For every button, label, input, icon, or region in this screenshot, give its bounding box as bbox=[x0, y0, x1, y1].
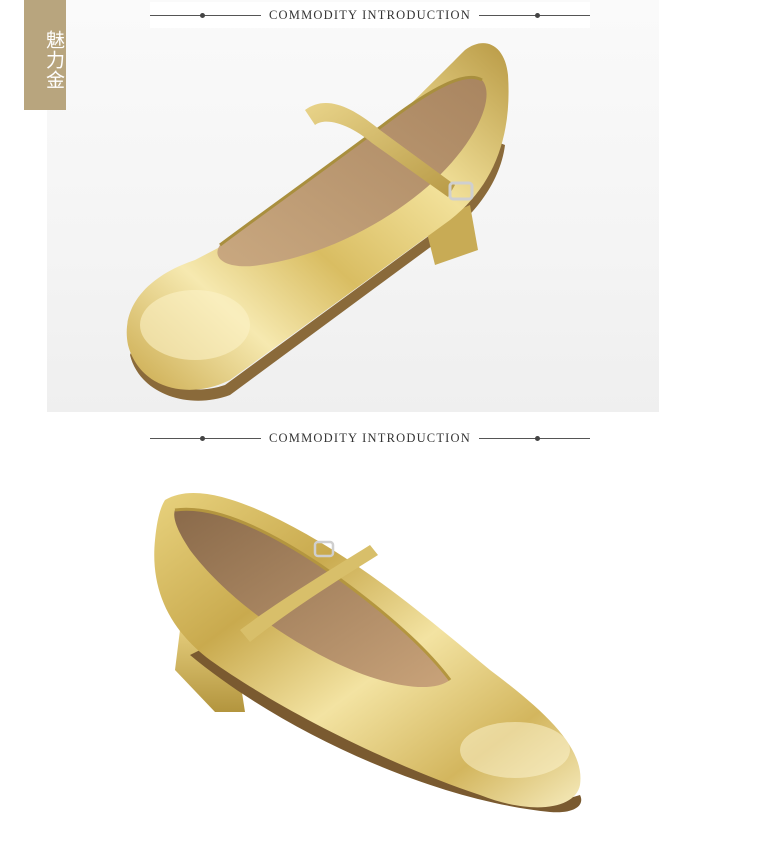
divider-dot bbox=[535, 435, 540, 441]
section-title: COMMODITY INTRODUCTION bbox=[269, 7, 471, 22]
section-header-2: COMMODITY INTRODUCTION bbox=[150, 425, 590, 451]
divider-line bbox=[150, 435, 262, 441]
divider-dot bbox=[535, 12, 540, 18]
color-tag: 魅力金 bbox=[24, 0, 66, 110]
divider-line bbox=[150, 12, 262, 18]
gold-mary-jane-shoe-side-view-icon bbox=[154, 492, 582, 813]
divider-line bbox=[478, 12, 590, 18]
divider-dot bbox=[200, 435, 205, 441]
divider-line bbox=[478, 435, 590, 441]
divider-dot bbox=[200, 12, 205, 18]
gold-mary-jane-shoe-top-view-icon bbox=[126, 43, 509, 401]
section-title: COMMODITY INTRODUCTION bbox=[269, 430, 471, 445]
